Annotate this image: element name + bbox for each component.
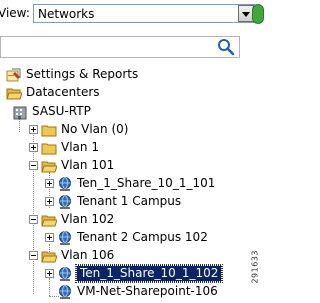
tree-item-vlan[interactable]: Vlan 102 bbox=[29, 211, 114, 228]
open-folder-icon bbox=[41, 215, 57, 226]
collapse-minus-icon[interactable] bbox=[29, 215, 38, 224]
expand-plus-icon[interactable] bbox=[45, 179, 54, 188]
settings-reports-icon bbox=[6, 68, 21, 81]
open-folder-icon bbox=[6, 88, 22, 99]
tree-item-network-selected[interactable]: Ten_1_Share_10_1_102 bbox=[45, 264, 224, 283]
view-dropdown-value: Networks bbox=[38, 7, 95, 21]
tree-item-label: SASU-RTP bbox=[32, 104, 91, 118]
tree-item-label: No Vlan (0) bbox=[61, 122, 129, 136]
tree-item-vlan[interactable]: No Vlan (0) bbox=[29, 121, 128, 138]
tree-item-vlan[interactable]: Vlan 106 bbox=[29, 247, 114, 264]
folder-icon bbox=[41, 125, 57, 136]
search-input[interactable] bbox=[0, 36, 240, 58]
collapse-minus-icon[interactable] bbox=[29, 161, 38, 170]
tree-item-site[interactable]: SASU-RTP bbox=[12, 103, 91, 120]
expand-plus-icon[interactable] bbox=[45, 197, 54, 206]
tree-item-label: Tenant 2 Campus 102 bbox=[77, 230, 208, 244]
tree-item-label: Tenant 1 Campus bbox=[77, 194, 182, 208]
tree-item-network[interactable]: Ten_1_Share_10_1_101 bbox=[45, 175, 215, 192]
tree-item-network[interactable]: VM-Net-Sharepoint-106 bbox=[57, 283, 218, 300]
refresh-icon[interactable] bbox=[252, 4, 264, 24]
tree-item-label: Vlan 1 bbox=[61, 140, 99, 154]
tree-item-datacenters[interactable]: Datacenters bbox=[6, 84, 100, 101]
tree-item-vlan[interactable]: Vlan 1 bbox=[29, 139, 99, 156]
tree-item-label: Vlan 102 bbox=[61, 212, 115, 226]
tree-item-label: Settings & Reports bbox=[26, 67, 139, 81]
expand-plus-icon[interactable] bbox=[45, 233, 54, 242]
tree-item-label: Ten_1_Share_10_1_102 bbox=[74, 264, 224, 283]
open-folder-icon bbox=[41, 161, 57, 172]
tree-item-label: Vlan 106 bbox=[61, 248, 115, 262]
view-label: View: bbox=[0, 6, 30, 20]
open-folder-icon bbox=[41, 251, 57, 262]
tree-item-label: Datacenters bbox=[26, 85, 100, 99]
tree-item-vlan[interactable]: Vlan 101 bbox=[29, 157, 114, 174]
collapse-minus-icon[interactable] bbox=[29, 251, 38, 260]
search-icon[interactable] bbox=[217, 38, 235, 56]
datacenter-building-icon bbox=[13, 106, 27, 119]
navigation-tree: Settings & Reports Datacenters SASU-RTP … bbox=[0, 64, 230, 303]
figure-id: 291633 bbox=[251, 250, 260, 284]
tree-item-label: Vlan 101 bbox=[61, 158, 115, 172]
tree-item-settings-reports[interactable]: Settings & Reports bbox=[6, 66, 138, 83]
network-globe-icon bbox=[59, 266, 71, 281]
tree-item-label: Ten_1_Share_10_1_101 bbox=[77, 176, 216, 190]
tree-item-network[interactable]: Tenant 1 Campus bbox=[45, 193, 181, 210]
tree-item-label: VM-Net-Sharepoint-106 bbox=[77, 284, 218, 298]
expand-plus-icon[interactable] bbox=[29, 143, 38, 152]
view-dropdown[interactable]: Networks bbox=[33, 4, 255, 23]
expand-plus-icon[interactable] bbox=[45, 269, 54, 278]
network-globe-icon bbox=[59, 176, 71, 191]
network-globe-icon bbox=[59, 194, 71, 209]
network-globe-icon bbox=[59, 284, 71, 299]
expand-plus-icon[interactable] bbox=[29, 125, 38, 134]
folder-icon bbox=[41, 143, 57, 154]
tree-item-network[interactable]: Tenant 2 Campus 102 bbox=[45, 229, 208, 246]
network-globe-icon bbox=[59, 230, 71, 245]
